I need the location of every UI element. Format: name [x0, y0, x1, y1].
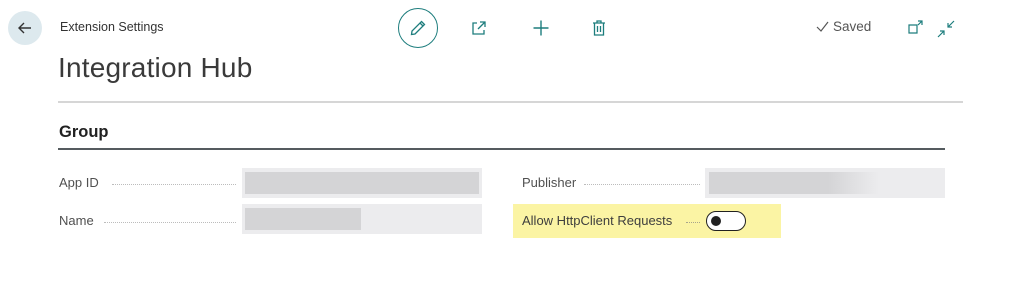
saved-status-label: Saved — [833, 19, 872, 34]
publisher-field-value — [709, 172, 879, 194]
publisher-label: Publisher — [522, 175, 577, 190]
new-button[interactable] — [530, 17, 552, 39]
name-leader — [104, 222, 236, 223]
app-id-leader — [112, 184, 236, 185]
trash-icon — [593, 20, 605, 36]
page-title: Integration Hub — [58, 52, 253, 83]
header-divider — [58, 101, 963, 103]
checkmark-icon — [816, 21, 829, 32]
toolbar — [398, 8, 610, 48]
saved-status: Saved — [815, 19, 871, 34]
app-id-field[interactable] — [242, 168, 482, 198]
publisher-field[interactable] — [705, 168, 945, 198]
allow-http-label: Allow HttpClient Requests — [522, 213, 673, 228]
toggle-knob — [711, 215, 721, 226]
group-divider — [58, 148, 945, 150]
share-icon — [472, 21, 486, 35]
arrow-left-icon — [18, 22, 31, 34]
allow-http-toggle[interactable] — [706, 211, 746, 231]
pencil-icon — [410, 20, 426, 36]
name-field-value — [245, 208, 361, 230]
allow-http-leader — [686, 222, 700, 223]
collapse-icon[interactable] — [936, 19, 956, 39]
share-button[interactable] — [468, 17, 490, 39]
breadcrumb: Extension Settings — [60, 20, 164, 34]
plus-icon — [533, 20, 549, 36]
app-id-field-value — [245, 172, 479, 194]
back-button[interactable] — [8, 11, 42, 45]
app-id-label: App ID — [59, 175, 99, 190]
publisher-leader — [584, 184, 700, 185]
edit-button[interactable] — [398, 8, 438, 48]
open-in-new-window-icon[interactable] — [906, 19, 924, 37]
name-label: Name — [59, 213, 94, 228]
delete-button[interactable] — [588, 17, 610, 39]
group-title[interactable]: Group — [59, 123, 109, 142]
name-field[interactable] — [242, 204, 482, 234]
